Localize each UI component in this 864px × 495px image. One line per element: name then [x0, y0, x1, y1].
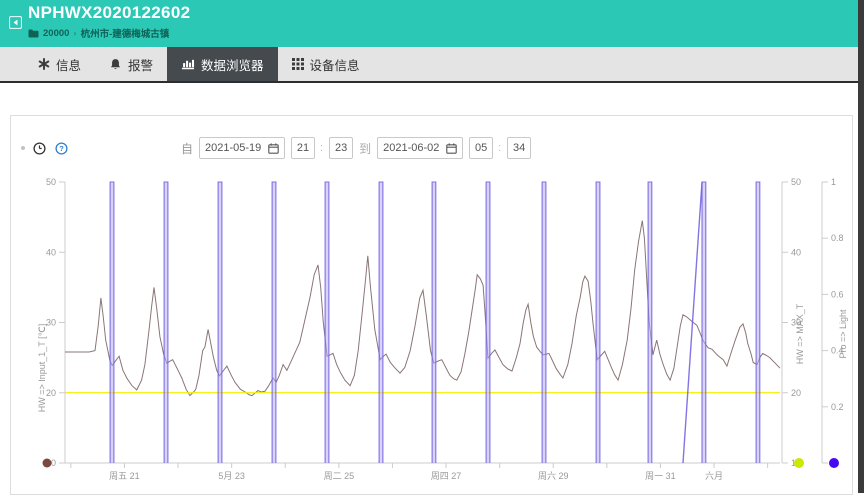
tab-info[interactable]: 信息	[24, 47, 95, 81]
bar-chart-icon	[181, 58, 195, 71]
help-icon[interactable]: ?	[55, 142, 68, 155]
breadcrumb: 20000 › 杭州市-建德梅城古镇	[28, 27, 169, 39]
breadcrumb-separator: ›	[73, 28, 76, 39]
tab-data-browser[interactable]: 数据浏览器	[167, 47, 278, 81]
tab-label: 信息	[56, 55, 81, 74]
start-date-value: 2021-05-19	[205, 142, 261, 154]
asterisk-icon	[38, 58, 50, 70]
status-dot	[21, 146, 25, 150]
from-label: 自	[181, 140, 193, 157]
bell-icon	[109, 58, 122, 71]
end-date-value: 2021-06-02	[383, 142, 439, 154]
time-colon: :	[320, 142, 323, 154]
tab-bar: 信息 报警 数据浏览器 设备信息	[0, 47, 858, 83]
svg-text:?: ?	[59, 144, 64, 153]
chart-toolbar: ? 自 2021-05-19 21 : 23 到 2021-06-02 05 :	[21, 136, 531, 160]
app-header: NPHWX2020122602 20000 › 杭州市-建德梅城古镇	[0, 0, 858, 47]
folder-icon	[28, 29, 39, 38]
to-label: 到	[359, 140, 371, 157]
end-date-input[interactable]: 2021-06-02	[377, 137, 463, 159]
calendar-icon	[268, 143, 279, 154]
start-minute-input[interactable]: 23	[329, 137, 353, 159]
end-minute-input[interactable]: 34	[507, 137, 531, 159]
start-hour-input[interactable]: 21	[291, 137, 315, 159]
start-date-input[interactable]: 2021-05-19	[199, 137, 285, 159]
tab-alarm[interactable]: 报警	[95, 47, 167, 81]
device-title: NPHWX2020122602	[28, 3, 190, 23]
window-scrollbar[interactable]	[858, 0, 864, 493]
clock-icon[interactable]	[33, 142, 46, 155]
breadcrumb-id: 20000	[43, 28, 69, 39]
end-hour-input[interactable]: 05	[469, 137, 493, 159]
main-content: ? 自 2021-05-19 21 : 23 到 2021-06-02 05 :	[0, 85, 858, 493]
breadcrumb-location: 杭州市-建德梅城古镇	[81, 26, 170, 40]
time-colon: :	[498, 142, 501, 154]
tab-device-info[interactable]: 设备信息	[278, 47, 374, 81]
calendar-icon	[446, 143, 457, 154]
collapse-panel-icon[interactable]	[9, 16, 22, 29]
tab-label: 数据浏览器	[201, 55, 264, 74]
tab-label: 设备信息	[310, 55, 360, 74]
tab-label: 报警	[128, 55, 153, 74]
data-browser-card: ? 自 2021-05-19 21 : 23 到 2021-06-02 05 :	[10, 115, 853, 495]
grid-icon	[292, 58, 304, 70]
